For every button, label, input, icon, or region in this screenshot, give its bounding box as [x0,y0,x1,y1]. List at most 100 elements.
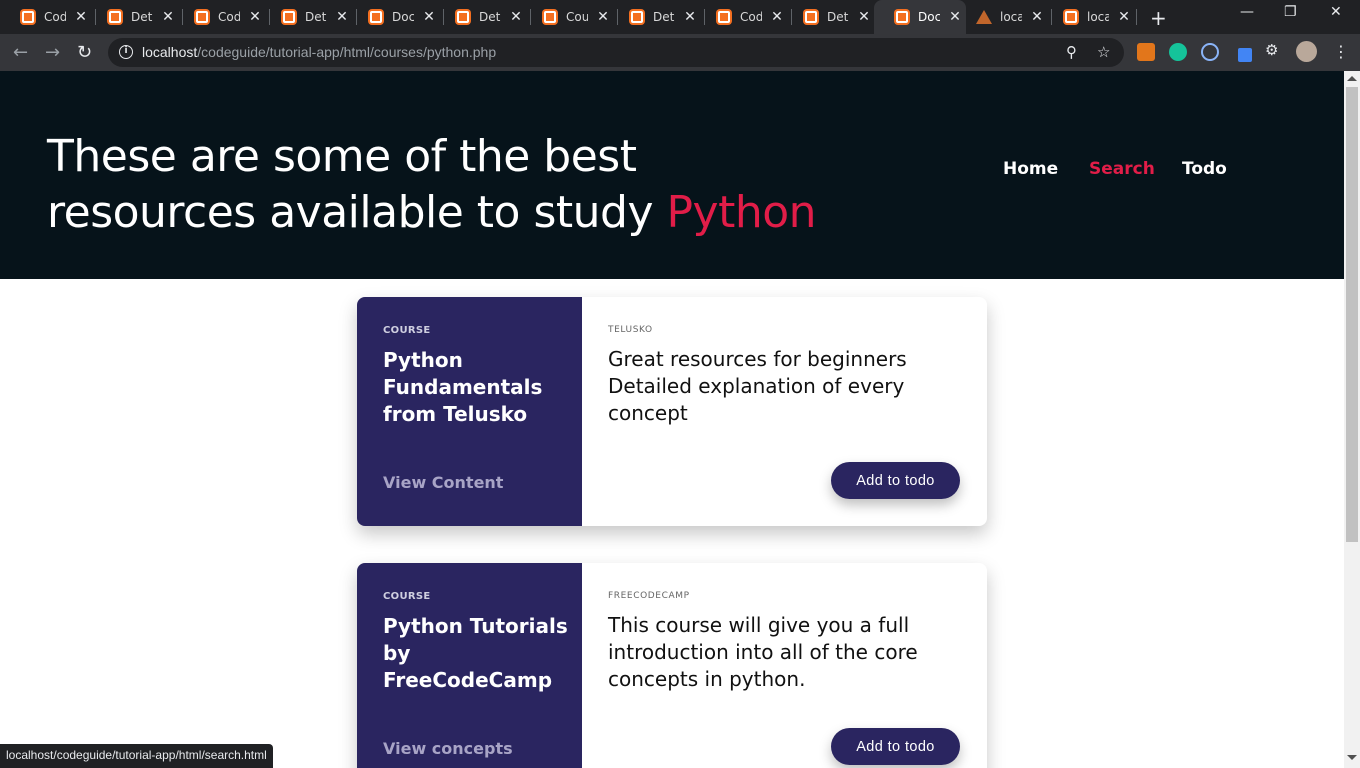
new-tab-button[interactable]: + [1150,6,1167,30]
course-tag: COURSE [383,325,431,336]
browser-tab[interactable]: Code ✕ [696,0,784,34]
close-icon[interactable]: ✕ [422,10,436,24]
xampp-icon [281,9,297,25]
tab-strip: Code✕ Deta✕ Code✕ Deta✕ Doc✕ Deta✕ Cou✕ … [0,0,1360,34]
close-icon[interactable]: ✕ [335,10,349,24]
tab-title: Deta [131,10,153,24]
back-button[interactable]: ← [13,42,28,63]
browser-tab[interactable]: loca ✕ [956,0,1044,34]
url-host: localhost [142,44,198,60]
menu-kebab-icon[interactable]: ⋮ [1333,42,1349,61]
tab-title: loca [1000,10,1022,24]
tab-title: Code [218,10,240,24]
info-icon[interactable]: i [119,45,133,59]
close-window-button[interactable]: ✕ [1330,4,1342,20]
course-author: TELUSKO [608,325,653,335]
xampp-icon [107,9,123,25]
close-icon[interactable]: ✕ [248,10,262,24]
address-bar[interactable]: i localhost/codeguide/tutorial-app/html/… [108,38,1124,67]
browser-tab[interactable]: Deta ✕ [435,0,523,34]
close-icon[interactable]: ✕ [770,10,784,24]
tab-title: loca [1087,10,1109,24]
browser-toolbar: ← → ↻ i localhost/codeguide/tutorial-app… [0,34,1360,71]
xampp-icon [542,9,558,25]
nav-todo-link[interactable]: Todo [1182,159,1227,179]
browser-tab[interactable]: Code ✕ [0,0,88,34]
warning-icon [976,9,992,25]
bookmark-star-icon[interactable]: ☆ [1097,43,1110,61]
restore-button[interactable]: ❐ [1284,4,1297,20]
close-icon[interactable]: ✕ [74,10,88,24]
add-to-todo-button[interactable]: Add to todo [831,462,960,499]
hero-banner: These are some of the best resources ava… [0,71,1344,279]
course-card-side: COURSE Python Tutorials by FreeCodeCamp … [357,563,582,768]
course-card-side: COURSE Python Fundamentals from Telusko … [357,297,582,526]
url-text[interactable]: localhost/codeguide/tutorial-app/html/co… [142,44,496,60]
reload-button[interactable]: ↻ [77,42,92,63]
extensions-puzzle-icon[interactable]: ⚙ [1265,41,1283,59]
web-page: These are some of the best resources ava… [0,71,1344,768]
forward-button[interactable]: → [45,42,60,63]
browser-tab[interactable]: Deta ✕ [87,0,175,34]
minimize-button[interactable]: — [1240,4,1254,20]
course-title: Python Tutorials by FreeCodeCamp [383,614,568,692]
course-card: COURSE Python Fundamentals from Telusko … [357,297,987,526]
browser-tab[interactable]: Code ✕ [174,0,262,34]
browser-tab-active[interactable]: Doc ✕ [874,0,966,34]
browser-tab[interactable]: Deta ✕ [261,0,349,34]
add-to-todo-button[interactable]: Add to todo [831,728,960,765]
close-icon[interactable]: ✕ [596,10,610,24]
heading-line1: These are some of the best [47,131,637,182]
scroll-up-arrow-icon[interactable] [1347,76,1357,81]
browser-tab[interactable]: Cou ✕ [522,0,610,34]
tab-title: Deta [305,10,327,24]
tab-title: Deta [653,10,675,24]
course-card: COURSE Python Tutorials by FreeCodeCamp … [357,563,987,768]
link-status-bubble: localhost/codeguide/tutorial-app/html/se… [0,744,273,768]
course-description: This course will give you a full introdu… [608,613,918,691]
close-icon[interactable]: ✕ [1117,10,1131,24]
nav-home-link[interactable]: Home [1003,159,1058,179]
heading-accent: Python [666,187,817,238]
view-concepts-link[interactable]: View concepts [383,739,513,758]
close-icon[interactable]: ✕ [509,10,523,24]
close-icon[interactable]: ✕ [161,10,175,24]
xampp-icon [455,9,471,25]
xampp-icon [716,9,732,25]
close-icon[interactable]: ✕ [857,10,871,24]
grammarly-extension-icon[interactable] [1169,43,1187,61]
xampp-icon [368,9,384,25]
xampp-icon [1063,9,1079,25]
course-author: FREECODECAMP [608,591,690,601]
browser-tab[interactable]: Deta ✕ [783,0,871,34]
profile-avatar[interactable] [1296,41,1317,62]
url-path: /codeguide/tutorial-app/html/courses/pyt… [197,44,497,60]
browser-tab[interactable]: Doc ✕ [348,0,436,34]
nav-search-link[interactable]: Search [1089,159,1155,179]
xampp-icon [194,9,210,25]
close-icon[interactable]: ✕ [1030,10,1044,24]
tab-title: Deta [479,10,501,24]
scroll-down-arrow-icon[interactable] [1347,755,1357,760]
course-description: Great resources for beginners Detailed e… [608,347,907,425]
pen-extension-icon[interactable] [1238,48,1252,62]
tab-title: Code [740,10,762,24]
page-scrollbar[interactable] [1344,71,1360,768]
xampp-icon [20,9,36,25]
react-devtools-extension-icon[interactable] [1201,43,1219,61]
tab-title: Doc [392,10,414,24]
browser-tab[interactable]: loca ✕ [1043,0,1131,34]
tab-separator [1136,9,1137,25]
tab-title: Deta [827,10,849,24]
browser-tab[interactable]: Deta ✕ [609,0,697,34]
tab-title: Code [44,10,66,24]
xampp-icon [629,9,645,25]
close-icon[interactable]: ✕ [683,10,697,24]
tab-title: Cou [566,10,588,24]
heading-line2: resources available to study [47,187,654,238]
zoom-icon[interactable]: ⚲ [1066,43,1077,61]
course-tag: COURSE [383,591,431,602]
metamask-extension-icon[interactable] [1137,43,1155,61]
scrollbar-thumb[interactable] [1346,87,1358,542]
view-content-link[interactable]: View Content [383,473,503,492]
